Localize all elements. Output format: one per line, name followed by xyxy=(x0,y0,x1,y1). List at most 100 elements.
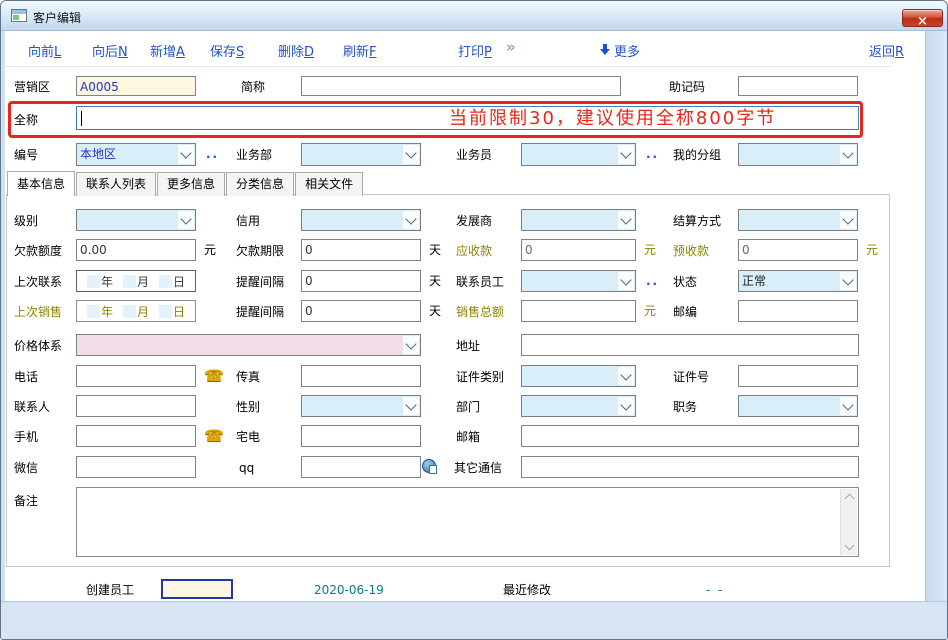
contact-staff-browse-link[interactable]: .. xyxy=(646,274,659,288)
back-key: R xyxy=(895,45,904,60)
department-label: 部门 xyxy=(456,397,480,417)
price-system-select[interactable] xyxy=(76,334,421,356)
last-contact-date-field[interactable]: 年 月 日 xyxy=(76,270,196,292)
toolbar-back-button[interactable]: 返回R xyxy=(869,41,904,60)
contact-staff-select[interactable] xyxy=(521,270,636,292)
created-by-input[interactable] xyxy=(161,579,233,599)
toolbar-print-button[interactable]: 打印P xyxy=(458,41,492,60)
marketing-area-input[interactable]: A0005 xyxy=(76,76,196,96)
advance-input[interactable]: 0 xyxy=(738,239,858,261)
level-select[interactable] xyxy=(76,209,196,231)
toolbar-expand-button[interactable]: » xyxy=(506,38,516,56)
gender-select[interactable] xyxy=(301,395,421,417)
contact-staff-label: 联系员工 xyxy=(456,272,504,292)
phone-dial-icon[interactable]: ☎ xyxy=(204,366,224,386)
last-sale-label: 上次销售 xyxy=(14,302,62,322)
short-name-input[interactable] xyxy=(301,76,621,96)
number-browse-link[interactable]: .. xyxy=(206,147,219,161)
toolbar-more-button[interactable]: 更多 xyxy=(600,41,640,60)
refresh-key: F xyxy=(369,45,376,60)
tab-basic-info[interactable]: 基本信息 xyxy=(7,171,75,196)
debt-term-input[interactable]: 0 xyxy=(301,239,421,261)
remind-sale-input[interactable]: 0 xyxy=(301,300,421,322)
cert-type-select[interactable] xyxy=(521,365,636,387)
date-segment-day: 日 xyxy=(159,273,185,290)
notes-textarea[interactable] xyxy=(76,487,859,557)
credit-label: 信用 xyxy=(236,211,260,231)
my-group-select[interactable] xyxy=(738,143,858,166)
sales-total-unit: 元 xyxy=(644,300,656,322)
date-segment-year: 年 xyxy=(87,273,113,290)
mobile-label: 手机 xyxy=(14,427,38,447)
number-select[interactable]: 本地区 xyxy=(76,143,196,166)
receivable-unit: 元 xyxy=(644,239,656,261)
credit-select[interactable] xyxy=(301,209,421,231)
salesman-browse-link[interactable]: .. xyxy=(646,147,659,161)
wechat-input[interactable] xyxy=(76,456,196,478)
developer-select[interactable] xyxy=(521,209,636,231)
price-system-label: 价格体系 xyxy=(14,336,62,356)
sales-total-input[interactable] xyxy=(521,300,636,322)
mobile-input[interactable] xyxy=(76,425,196,447)
toolbar-prev-button[interactable]: 向前L xyxy=(28,41,61,60)
status-label: 状态 xyxy=(673,272,697,292)
created-date: 2020-06-19 xyxy=(314,580,384,600)
position-select[interactable] xyxy=(738,395,858,417)
scroll-down-icon[interactable] xyxy=(841,539,857,555)
last-sale-date-field[interactable]: 年 月 日 xyxy=(76,300,196,322)
year-label: 年 xyxy=(101,273,113,290)
remind-contact-input[interactable]: 0 xyxy=(301,270,421,292)
month-label: 月 xyxy=(137,303,149,320)
status-value: 正常 xyxy=(739,271,840,291)
advance-label: 预收款 xyxy=(673,241,709,261)
debt-limit-input[interactable]: 0.00 xyxy=(76,239,196,261)
save-key: S xyxy=(236,45,244,60)
status-select[interactable]: 正常 xyxy=(738,270,858,292)
toolbar-delete-button[interactable]: 删除D xyxy=(278,41,314,60)
toolbar-refresh-button[interactable]: 刷新F xyxy=(343,41,377,60)
business-dept-label: 业务部 xyxy=(236,145,272,165)
day-label: 日 xyxy=(173,303,185,320)
tab-category-info[interactable]: 分类信息 xyxy=(226,172,294,196)
cert-no-input[interactable] xyxy=(738,365,858,387)
sales-total-label: 销售总额 xyxy=(456,302,504,322)
toolbar-add-button[interactable]: 新增A xyxy=(150,41,185,60)
refresh-label: 刷新 xyxy=(343,45,369,60)
qq-input[interactable] xyxy=(301,456,421,478)
address-input[interactable] xyxy=(521,334,859,356)
toolbar-next-button[interactable]: 向后N xyxy=(92,41,128,60)
address-label: 地址 xyxy=(456,336,480,356)
scroll-up-icon[interactable] xyxy=(841,489,857,505)
back-label: 返回 xyxy=(869,45,895,60)
notes-scrollbar[interactable] xyxy=(840,489,857,555)
mobile-dial-icon[interactable]: ☎ xyxy=(204,426,224,446)
close-button[interactable]: × xyxy=(902,9,943,27)
settlement-select[interactable] xyxy=(738,209,858,231)
other-comm-input[interactable] xyxy=(521,456,859,478)
contact-person-input[interactable] xyxy=(76,395,196,417)
tab-more-info[interactable]: 更多信息 xyxy=(157,172,225,196)
fax-input[interactable] xyxy=(301,365,421,387)
home-phone-input[interactable] xyxy=(301,425,421,447)
salesman-select[interactable] xyxy=(521,143,636,166)
toolbar-save-button[interactable]: 保存S xyxy=(210,41,244,60)
qq-icon[interactable] xyxy=(422,459,436,473)
department-select[interactable] xyxy=(521,395,636,417)
email-input[interactable] xyxy=(521,425,859,447)
other-comm-label: 其它通信 xyxy=(454,458,502,478)
settlement-label: 结算方式 xyxy=(673,211,721,231)
window-left-frame xyxy=(1,31,5,640)
my-group-label: 我的分组 xyxy=(673,145,721,165)
receivable-input[interactable]: 0 xyxy=(521,239,636,261)
tab-contact-list[interactable]: 联系人列表 xyxy=(76,172,156,196)
business-dept-select[interactable] xyxy=(301,143,421,166)
debt-term-unit: 天 xyxy=(429,239,441,261)
zip-input[interactable] xyxy=(738,300,858,322)
mnemonic-input[interactable] xyxy=(738,76,858,96)
gender-label: 性别 xyxy=(236,397,260,417)
window-right-frame xyxy=(925,31,948,640)
add-label: 新增 xyxy=(150,45,176,60)
alert-highlight-box xyxy=(8,101,863,138)
phone-input[interactable] xyxy=(76,365,196,387)
tab-related-files[interactable]: 相关文件 xyxy=(295,172,363,196)
